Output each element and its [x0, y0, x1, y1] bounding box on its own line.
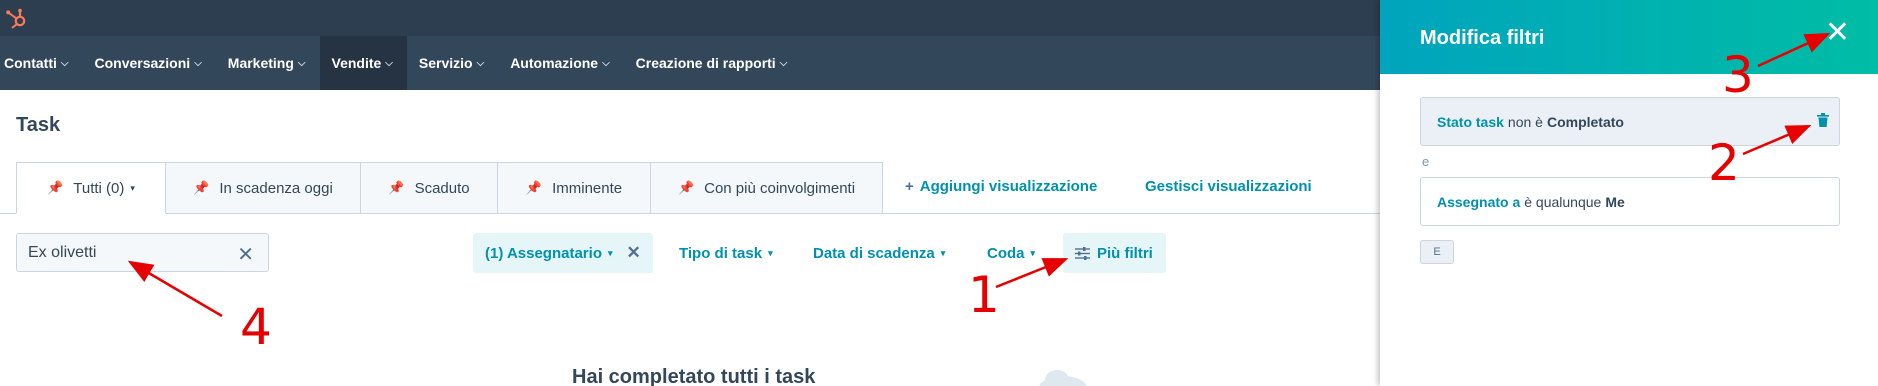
pin-icon: 📌: [525, 180, 543, 195]
annotation-number-3: 3: [1722, 46, 1754, 104]
pin-icon: 📌: [193, 180, 210, 195]
add-view-link[interactable]: + Aggiungi visualizzazione: [905, 178, 1097, 195]
due-date-filter[interactable]: Data di scadenza ▾: [813, 233, 945, 273]
nav-item-automazione[interactable]: Automazione ⌵: [498, 36, 623, 90]
annotation-number-1: 1: [968, 266, 1000, 324]
add-and-filter-button[interactable]: E: [1420, 240, 1454, 264]
pin-icon: 📌: [47, 180, 64, 195]
hubspot-logo-icon[interactable]: [5, 8, 29, 30]
caret-down-icon: ▾: [1030, 247, 1036, 258]
nav-item-vendite[interactable]: Vendite ⌵: [319, 36, 407, 90]
tab-con-piu-coinvolgimenti[interactable]: 📌 Con più coinvolgimenti: [651, 162, 883, 214]
tab-in-scadenza-oggi[interactable]: 📌 In scadenza oggi: [166, 162, 361, 214]
panel-header: Modifica filtri ✕: [1380, 0, 1878, 74]
annotation-number-4: 4: [240, 298, 272, 356]
view-tabs: 📌 Tutti (0) ▾ 📌 In scadenza oggi 📌 Scadu…: [16, 162, 883, 214]
nav-item-servizio[interactable]: Servizio ⌵: [407, 36, 498, 90]
clear-search-icon[interactable]: ✕: [237, 242, 254, 267]
nav-item-creazione-rapporti[interactable]: Creazione di rapporti ⌵: [624, 36, 802, 90]
nav-item-marketing[interactable]: Marketing ⌵: [216, 36, 320, 90]
panel-title: Modifica filtri: [1420, 27, 1545, 49]
chevron-down-icon: ⌵: [602, 57, 610, 69]
caret-down-icon: ▾: [607, 247, 613, 258]
caret-down-icon: ▾: [940, 247, 946, 258]
tab-scaduto[interactable]: 📌 Scaduto: [361, 162, 498, 214]
chevron-down-icon: ⌵: [476, 57, 485, 69]
chevron-down-icon: ⌵: [779, 57, 788, 69]
empty-state-title: Hai completato tutti i task: [572, 366, 816, 386]
pin-icon: 📌: [677, 180, 695, 195]
chevron-down-icon: ⌵: [60, 57, 69, 69]
caret-down-icon: ▾: [768, 247, 773, 258]
chevron-down-icon: ⌵: [297, 57, 306, 69]
app-root: Contatti ⌵ Conversazioni ⌵ Marketing ⌵ Vend…: [0, 0, 1878, 386]
search-input[interactable]: Ex olivetti ✕: [16, 233, 269, 272]
page-title: Task: [16, 114, 61, 136]
nav-item-conversazioni[interactable]: Conversazioni ⌵: [82, 36, 215, 90]
task-type-filter[interactable]: Tipo di task ▾: [679, 233, 773, 273]
assignee-filter[interactable]: (1) Assegnatario ▾ ✕: [473, 233, 653, 273]
caret-down-icon: ▾: [130, 182, 135, 193]
filter-rule-stato-task[interactable]: Stato task non è Completato: [1420, 97, 1840, 146]
and-label: e: [1422, 154, 1430, 169]
tab-imminente[interactable]: 📌 Imminente: [498, 162, 651, 214]
filter-rule-assegnato-a[interactable]: Assegnato a è qualunque Me: [1420, 177, 1840, 226]
sliders-icon: [1075, 246, 1090, 260]
plus-icon: +: [905, 178, 914, 195]
search-value: Ex olivetti: [28, 244, 97, 261]
remove-assignee-icon[interactable]: ✕: [627, 243, 641, 263]
cloud-illustration-icon: [1039, 370, 1087, 386]
chevron-down-icon: ⌵: [385, 57, 393, 69]
close-icon[interactable]: ✕: [1825, 18, 1850, 48]
annotation-number-2: 2: [1708, 134, 1740, 192]
pin-icon: 📌: [388, 180, 405, 195]
nav-item-contatti[interactable]: Contatti ⌵: [0, 36, 82, 90]
trash-icon[interactable]: [1817, 113, 1829, 127]
edit-filters-panel: Modifica filtri ✕ Stato task non è Compl…: [1380, 0, 1878, 386]
manage-views-link[interactable]: Gestisci visualizzazioni: [1145, 178, 1312, 195]
chevron-down-icon: ⌵: [194, 57, 202, 69]
tab-tutti[interactable]: 📌 Tutti (0) ▾: [16, 162, 166, 214]
more-filters-button[interactable]: Più filtri: [1063, 233, 1166, 273]
